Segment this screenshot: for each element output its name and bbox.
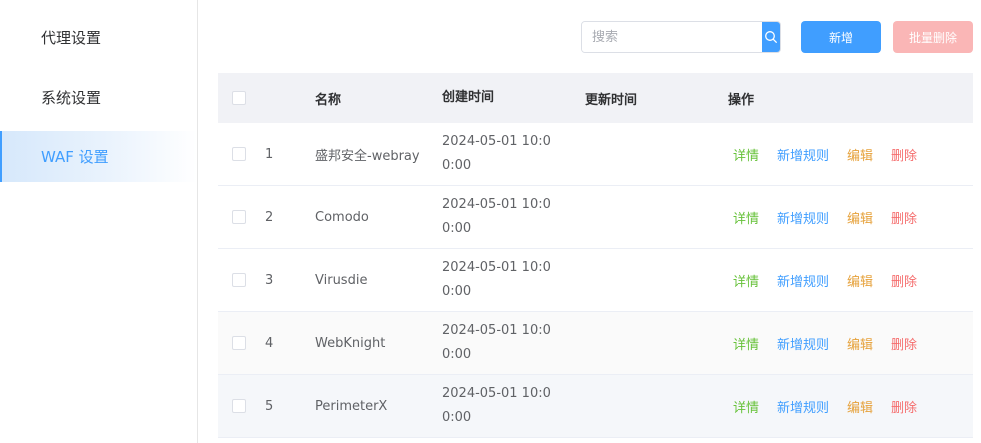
delete-link[interactable]: 删除 (891, 397, 917, 416)
search-input[interactable] (582, 22, 762, 52)
row-created-cell: 2024-05-01 10:00:00 (442, 375, 585, 437)
delete-link[interactable]: 删除 (891, 271, 917, 290)
header-created-time: 创建时间 (442, 90, 495, 105)
edit-link[interactable]: 编辑 (847, 145, 873, 164)
detail-link[interactable]: 详情 (733, 208, 759, 227)
add-rule-link[interactable]: 新增规则 (777, 271, 829, 290)
detail-link[interactable]: 详情 (733, 334, 759, 353)
sidebar-item-label: WAF 设置 (41, 148, 109, 166)
row-created-time: 2024-05-01 10:00:00 (442, 260, 551, 299)
row-index: 2 (265, 209, 274, 225)
row-index: 1 (265, 146, 274, 162)
row-operations: 详情 新增规则 编辑 删除 (728, 312, 973, 374)
search-icon (765, 31, 777, 43)
sidebar-item-system-settings[interactable]: 系统设置 (0, 72, 197, 123)
header-checkbox-cell (218, 73, 258, 123)
row-name: WebKnight (315, 335, 386, 351)
edit-link[interactable]: 编辑 (847, 208, 873, 227)
search-button[interactable] (762, 22, 780, 52)
header-updated-time: 更新时间 (585, 92, 638, 108)
row-operations: 详情 新增规则 编辑 删除 (728, 186, 973, 248)
add-rule-link[interactable]: 新增规则 (777, 145, 829, 164)
edit-link[interactable]: 编辑 (847, 397, 873, 416)
sidebar-item-label: 系统设置 (41, 89, 102, 107)
row-checkbox-cell (218, 249, 258, 311)
row-index: 4 (265, 335, 274, 351)
row-name: Comodo (315, 209, 369, 225)
edit-link[interactable]: 编辑 (847, 334, 873, 353)
header-name: 名称 (315, 92, 342, 108)
add-button[interactable]: 新增 (801, 21, 881, 53)
waf-table: 名称 创建时间 更新时间 操作 1 盛邦安全-webray 2024-05-01… (218, 73, 973, 438)
detail-link[interactable]: 详情 (733, 271, 759, 290)
sidebar: 代理设置 系统设置 WAF 设置 (0, 0, 198, 443)
row-checkbox-cell (218, 312, 258, 374)
table-row: 3 Virusdie 2024-05-01 10:00:00 详情 新增规则 编… (218, 249, 973, 312)
detail-link[interactable]: 详情 (733, 397, 759, 416)
table-row: 5 PerimeterX 2024-05-01 10:00:00 详情 新增规则… (218, 375, 973, 438)
row-created-time: 2024-05-01 10:00:00 (442, 323, 551, 362)
row-updated-time (585, 186, 728, 248)
row-name: PerimeterX (315, 398, 388, 414)
batch-delete-button[interactable]: 批量删除 (893, 21, 973, 53)
detail-link[interactable]: 详情 (733, 145, 759, 164)
row-created-time: 2024-05-01 10:00:00 (442, 197, 551, 236)
row-updated-time (585, 123, 728, 185)
table-header: 名称 创建时间 更新时间 操作 (218, 73, 973, 123)
edit-link[interactable]: 编辑 (847, 271, 873, 290)
row-created-cell: 2024-05-01 10:00:00 (442, 312, 585, 374)
row-index: 5 (265, 398, 274, 414)
row-checkbox[interactable] (232, 336, 246, 350)
add-rule-link[interactable]: 新增规则 (777, 334, 829, 353)
select-all-checkbox[interactable] (232, 91, 246, 105)
sidebar-item-proxy-settings[interactable]: 代理设置 (0, 12, 197, 63)
row-checkbox-cell (218, 186, 258, 248)
sidebar-item-waf-settings[interactable]: WAF 设置 (0, 131, 197, 182)
table-row: 2 Comodo 2024-05-01 10:00:00 详情 新增规则 编辑 … (218, 186, 973, 249)
header-index-cell (258, 73, 298, 123)
row-updated-time (585, 312, 728, 374)
row-checkbox-cell (218, 375, 258, 437)
row-updated-time (585, 375, 728, 437)
delete-link[interactable]: 删除 (891, 208, 917, 227)
add-rule-link[interactable]: 新增规则 (777, 397, 829, 416)
delete-link[interactable]: 删除 (891, 334, 917, 353)
table-row: 1 盛邦安全-webray 2024-05-01 10:00:00 详情 新增规… (218, 123, 973, 186)
row-created-cell: 2024-05-01 10:00:00 (442, 249, 585, 311)
row-checkbox[interactable] (232, 273, 246, 287)
row-checkbox[interactable] (232, 399, 246, 413)
add-rule-link[interactable]: 新增规则 (777, 208, 829, 227)
row-checkbox[interactable] (232, 210, 246, 224)
delete-link[interactable]: 删除 (891, 145, 917, 164)
row-operations: 详情 新增规则 编辑 删除 (728, 249, 973, 311)
row-name: 盛邦安全-webray (315, 148, 420, 164)
row-operations: 详情 新增规则 编辑 删除 (728, 123, 973, 185)
table-row: 4 WebKnight 2024-05-01 10:00:00 详情 新增规则 … (218, 312, 973, 375)
row-created-time: 2024-05-01 10:00:00 (442, 386, 551, 425)
app-window: 代理设置 系统设置 WAF 设置 新增 批量删除 名称 创建时间 更新时间 (0, 0, 981, 443)
row-created-cell: 2024-05-01 10:00:00 (442, 123, 585, 185)
row-name: Virusdie (315, 272, 368, 288)
row-checkbox[interactable] (232, 147, 246, 161)
row-operations: 详情 新增规则 编辑 删除 (728, 375, 973, 437)
row-created-time: 2024-05-01 10:00:00 (442, 134, 551, 173)
header-operations: 操作 (728, 92, 755, 108)
search-box (581, 21, 781, 53)
row-checkbox-cell (218, 123, 258, 185)
sidebar-item-label: 代理设置 (41, 29, 102, 47)
row-updated-time (585, 249, 728, 311)
row-created-cell: 2024-05-01 10:00:00 (442, 186, 585, 248)
row-index: 3 (265, 272, 274, 288)
